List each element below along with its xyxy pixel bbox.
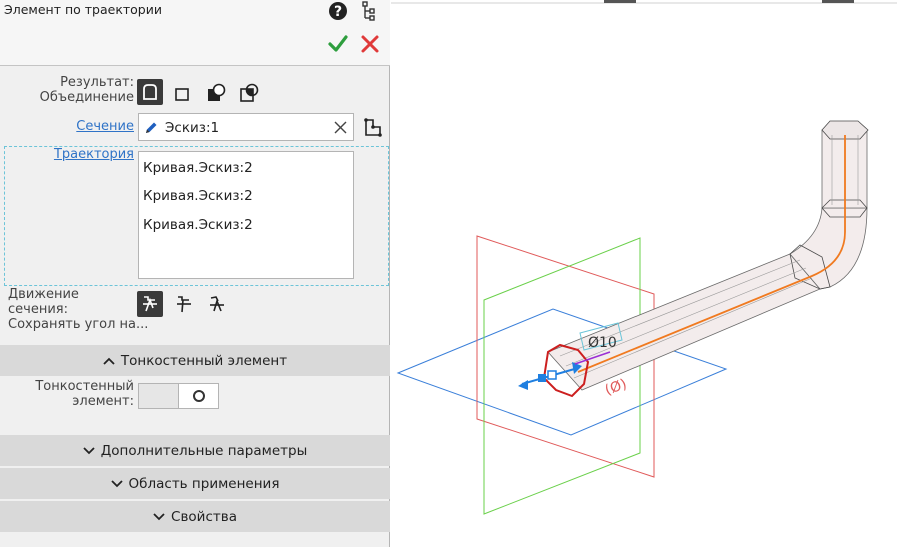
thin-wall-label-line2: элемент: (72, 394, 134, 409)
thin-wall-group-header[interactable]: Тонкостенный элемент (0, 345, 390, 376)
keep-angle-icon (143, 296, 157, 312)
thin-wall-label: Тонкостенный элемент: (0, 379, 134, 409)
section-label-link[interactable]: Сечение (76, 119, 134, 134)
chevron-down-icon (83, 446, 95, 455)
toggle-knob (178, 384, 218, 408)
result-new-body-button[interactable] (169, 81, 195, 107)
thin-wall-toggle[interactable] (138, 383, 219, 409)
svg-text:?: ? (334, 4, 342, 20)
clear-icon[interactable] (334, 121, 347, 134)
thin-wall-group-label: Тонкостенный элемент (120, 352, 288, 369)
thin-wall-label-line1: Тонкостенный (35, 379, 134, 394)
pencil-icon (146, 122, 157, 133)
list-item[interactable]: Кривая.Эскиз:2 (143, 188, 253, 204)
motion-label: Движение сечения: Сохранять угол на... (8, 287, 149, 332)
parallel-icon (177, 296, 191, 313)
union-icon (143, 84, 157, 100)
section-field[interactable]: Эскиз:1 (138, 113, 354, 141)
cancel-button[interactable] (358, 32, 382, 56)
section-value: Эскиз:1 (165, 120, 220, 136)
properties-label: Свойства (171, 508, 237, 525)
3d-viewport[interactable]: Ø10 (Ø) (391, 0, 897, 547)
result-label: Результат: Объединение (0, 75, 134, 105)
pick-contour-button[interactable] (360, 115, 386, 141)
motion-parallel-button[interactable] (171, 291, 197, 317)
subtract-icon (208, 83, 226, 101)
result-union-button[interactable] (137, 79, 163, 105)
trajectory-label-link[interactable]: Траектория (54, 147, 134, 162)
motion-keep-angle-button[interactable] (137, 291, 163, 317)
scope-label: Область применения (128, 475, 280, 492)
toggle-off-icon (192, 390, 205, 402)
tree-icon (362, 1, 375, 21)
help-icon: ? (329, 2, 347, 20)
close-icon (361, 35, 379, 53)
list-item[interactable]: Кривая.Эскиз:2 (143, 217, 253, 233)
additional-params-group-header[interactable]: Дополнительные параметры (0, 435, 390, 466)
properties-panel: Элемент по траектории ? Результат: Объед… (0, 0, 390, 547)
result-intersect-button[interactable] (236, 80, 262, 106)
tree-button[interactable] (358, 0, 380, 22)
result-subtract-button[interactable] (203, 80, 229, 106)
orthogonal-icon (210, 296, 224, 312)
chevron-up-icon (103, 357, 115, 365)
panel-title: Элемент по траектории (4, 2, 162, 17)
section-label[interactable]: Сечение (0, 119, 134, 134)
result-label-line1: Результат: (60, 75, 134, 90)
chevron-down-icon (110, 479, 123, 488)
motion-label-line1: Движение сечения: (8, 287, 79, 317)
viewport-scene: Ø10 (Ø) (391, 0, 897, 515)
chevron-down-icon (153, 512, 165, 521)
side-plane (483, 237, 641, 515)
properties-group-header[interactable]: Свойства (0, 501, 390, 532)
list-item[interactable]: Кривая.Эскиз:2 (143, 160, 253, 176)
intersect-icon (240, 83, 259, 102)
additional-params-label: Дополнительные параметры (100, 442, 308, 459)
motion-orthogonal-button[interactable] (204, 291, 230, 317)
dimension-diameter-text[interactable]: Ø10 (588, 335, 617, 351)
trajectory-label[interactable]: Траектория (0, 147, 134, 162)
help-button[interactable]: ? (327, 0, 349, 22)
pick-contour-icon (364, 118, 382, 137)
checkmark-icon (328, 35, 348, 52)
new-body-icon (175, 88, 189, 101)
result-label-line2: Объединение (39, 90, 134, 105)
motion-label-line2: Сохранять угол на... (8, 317, 149, 332)
scope-group-header[interactable]: Область применения (0, 468, 390, 499)
trajectory-list[interactable]: Кривая.Эскиз:2 Кривая.Эскиз:2 Кривая.Эск… (138, 151, 354, 279)
panel-header: Элемент по траектории ? (0, 0, 390, 66)
ok-button[interactable] (326, 32, 350, 56)
